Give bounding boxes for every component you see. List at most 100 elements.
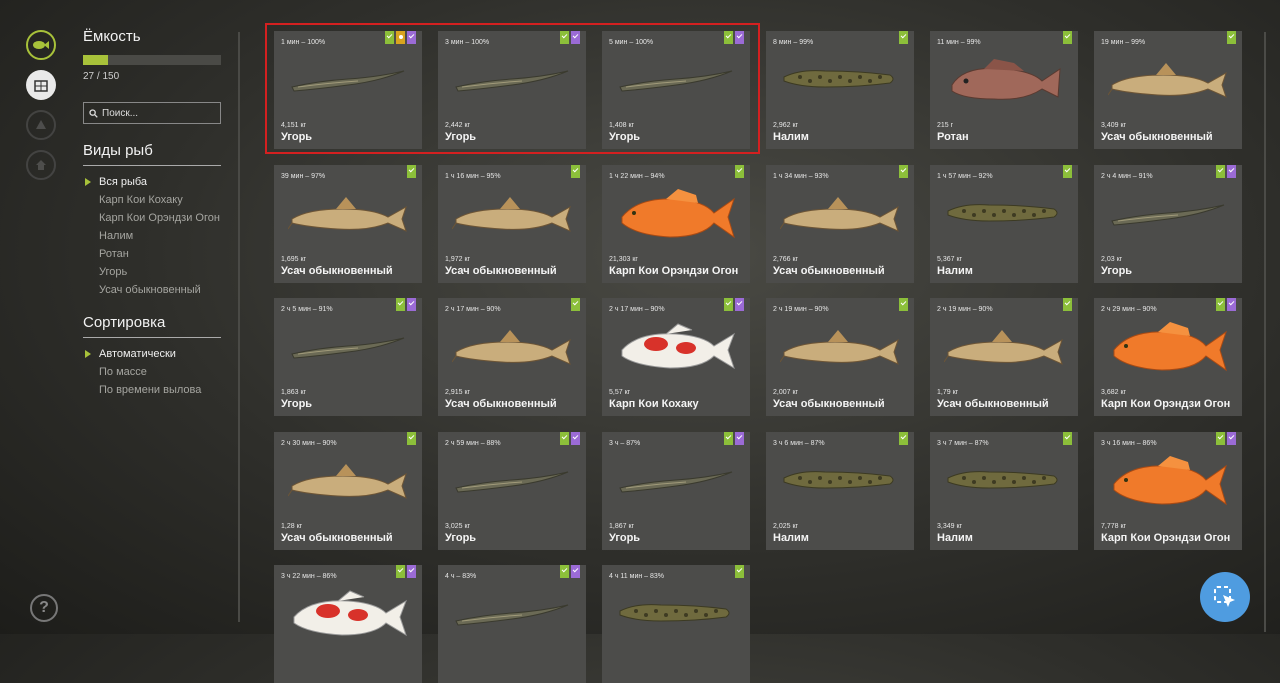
fish-name: Карп Кои Кохаку bbox=[609, 398, 699, 410]
fish-image bbox=[619, 604, 730, 622]
search-input[interactable]: Поиск... bbox=[83, 102, 221, 124]
fish-card[interactable]: 4 ч 11 мин – 83% bbox=[602, 565, 750, 683]
purple-badge-icon bbox=[571, 431, 580, 445]
catch-time: 2 ч 19 мин – 90% bbox=[937, 306, 993, 313]
catch-time: 1 ч 16 мин – 95% bbox=[445, 172, 501, 180]
sort-options-list: Автоматически По массе По времени вылова bbox=[83, 348, 221, 396]
fish-card[interactable]: 2 ч 59 мин – 88% 3,025 кг Угорь bbox=[438, 431, 586, 550]
fish-card[interactable]: 2 ч 4 мин – 91% 2,03 кг Угорь bbox=[1094, 164, 1242, 283]
green-badge-icon bbox=[1063, 31, 1072, 44]
fish-card[interactable]: 8 мин – 99% 2,962 кг Налим bbox=[766, 31, 914, 149]
fish-image bbox=[944, 330, 1063, 365]
badge-group bbox=[560, 565, 580, 578]
sort-option-2[interactable]: По времени вылова bbox=[99, 384, 221, 396]
fish-name: Усач обыкновенный bbox=[281, 531, 393, 544]
green-badge-icon bbox=[735, 565, 744, 578]
sort-option-0[interactable]: Автоматически bbox=[85, 348, 221, 360]
help-icon[interactable]: ? bbox=[30, 594, 58, 622]
fish-name: Усач обыкновенный bbox=[445, 264, 557, 277]
green-badge-icon bbox=[1063, 298, 1072, 311]
purple-badge-icon bbox=[735, 298, 744, 311]
badge-group bbox=[1063, 31, 1072, 44]
catch-time: 2 ч 5 мин – 91% bbox=[281, 306, 333, 313]
species-option-6[interactable]: Усач обыкновенный bbox=[99, 284, 221, 296]
fish-name: Усач обыкновенный bbox=[937, 398, 1049, 410]
fish-card[interactable]: 2 ч 17 мин – 90% 5,57 кг Карп Кои Кохаку bbox=[602, 298, 750, 416]
species-option-0[interactable]: Вся рыба bbox=[85, 176, 221, 188]
green-badge-icon bbox=[735, 164, 744, 178]
green-badge-icon bbox=[724, 298, 733, 311]
fish-card[interactable]: 3 ч 22 мин – 86% bbox=[274, 565, 422, 683]
catch-time: 3 ч 16 мин – 86% bbox=[1101, 439, 1157, 447]
fish-weight: 215 г bbox=[937, 122, 954, 129]
tree-tab-icon[interactable] bbox=[26, 110, 56, 140]
fish-name: Усач обыкновенный bbox=[773, 264, 885, 277]
species-option-3[interactable]: Налим bbox=[99, 230, 221, 242]
badge-group bbox=[1063, 298, 1072, 311]
fish-image bbox=[452, 196, 571, 232]
purple-badge-icon bbox=[571, 565, 580, 578]
fish-card[interactable]: 3 ч – 87% 1,867 кг Угорь bbox=[602, 431, 750, 550]
fish-weight: 2,962 кг bbox=[773, 122, 799, 129]
fish-card[interactable]: 2 ч 17 мин – 90% 2,915 кг Усач обыкновенны… bbox=[438, 298, 586, 416]
cursor-action-button[interactable] bbox=[1200, 572, 1250, 622]
species-option-1[interactable]: Карп Кои Кохаку bbox=[99, 194, 221, 206]
green-badge-icon bbox=[396, 565, 405, 578]
fish-card[interactable]: 3 ч 6 мин – 87% 2,025 кг Налим bbox=[766, 431, 914, 550]
fish-name: Угорь bbox=[609, 531, 641, 544]
green-badge-icon bbox=[1063, 164, 1072, 178]
fish-card[interactable]: 39 мин – 97% 1,695 кг Усач обыкновенный bbox=[274, 164, 422, 283]
fish-card[interactable]: 2 ч 29 мин – 90% 3,682 кг Карп Кои Орэндзи… bbox=[1094, 298, 1242, 416]
fish-weight: 3,682 кг bbox=[1101, 389, 1127, 396]
species-option-2[interactable]: Карп Кои Орэндзи Огон bbox=[99, 212, 221, 224]
fish-card[interactable]: 2 ч 19 мин – 90% 2,007 кг Усач обыкновенны… bbox=[766, 298, 914, 416]
catch-time: 39 мин – 97% bbox=[281, 172, 326, 180]
catch-time: 11 мин – 99% bbox=[937, 39, 981, 46]
fish-image bbox=[1113, 455, 1227, 505]
fish-card[interactable]: 1 ч 34 мин – 93% 2,766 кг Усач обыкновенны… bbox=[766, 164, 914, 283]
fish-card[interactable]: 1 ч 16 мин – 95% 1,972 кг Усач обыкновенны… bbox=[438, 164, 586, 283]
sort-option-1[interactable]: По массе bbox=[99, 366, 221, 378]
badge-group bbox=[396, 298, 416, 311]
badge-group bbox=[560, 431, 580, 445]
catch-time: 3 ч – 87% bbox=[609, 439, 641, 447]
green-badge-icon bbox=[899, 298, 908, 311]
home-tab-icon[interactable] bbox=[26, 150, 56, 180]
fish-card[interactable]: 2 ч 5 мин – 91% 1,863 кг Угорь bbox=[274, 298, 422, 416]
fish-weight: 1,28 кг bbox=[281, 522, 303, 530]
fish-name: Угорь bbox=[1101, 264, 1133, 277]
fish-image bbox=[1113, 322, 1227, 372]
fish-name: Карп Кои Орэндзи Огон bbox=[609, 264, 739, 277]
scrollbar[interactable] bbox=[1264, 32, 1266, 632]
fish-weight: 1,79 кг bbox=[937, 389, 959, 396]
fish-image bbox=[951, 59, 1061, 100]
species-option-4[interactable]: Ротан bbox=[99, 248, 221, 260]
fish-card[interactable]: 11 мин – 99% 215 г Ротан bbox=[930, 31, 1078, 149]
fish-name: Налим bbox=[773, 131, 809, 143]
catch-time: 2 ч 17 мин – 90% bbox=[445, 306, 501, 313]
fish-tab-icon[interactable] bbox=[26, 30, 56, 60]
green-badge-icon bbox=[1216, 298, 1225, 311]
fish-weight: 2,007 кг bbox=[773, 389, 799, 396]
green-badge-icon bbox=[1216, 431, 1225, 445]
fish-card[interactable]: 2 ч 30 мин – 90% 1,28 кг Усач обыкновенный bbox=[274, 431, 422, 550]
badge-group bbox=[407, 164, 416, 178]
capacity-title: Ёмкость bbox=[83, 28, 141, 45]
fish-card[interactable]: 1 ч 22 мин – 94% 21,303 кг Карп Кои Орэндз… bbox=[602, 164, 750, 283]
fish-weight: 5,57 кг bbox=[609, 389, 631, 396]
fish-image bbox=[947, 470, 1058, 489]
fish-card[interactable]: 3 ч 7 мин – 87% 3,349 кг Налим bbox=[930, 431, 1078, 550]
fish-weight: 2,03 кг bbox=[1101, 255, 1123, 263]
badge-group bbox=[1063, 431, 1072, 445]
keepnet-tab-icon[interactable] bbox=[26, 70, 56, 100]
fish-card[interactable]: 1 ч 57 мин – 92% 5,367 кг Налим bbox=[930, 164, 1078, 283]
fish-card[interactable]: 4 ч – 83% bbox=[438, 565, 586, 683]
fish-card[interactable]: 19 мин – 99% 3,409 кг Усач обыкновенный bbox=[1094, 31, 1242, 149]
fish-card[interactable]: 2 ч 19 мин – 90% 1,79 кг Усач обыкновенный bbox=[930, 298, 1078, 416]
species-option-5[interactable]: Угорь bbox=[99, 266, 221, 278]
green-badge-icon bbox=[899, 431, 908, 445]
highlight-frame bbox=[265, 23, 760, 154]
badge-group bbox=[735, 164, 744, 178]
fish-card[interactable]: 3 ч 16 мин – 86% 7,778 кг Карп Кои Орэндзи… bbox=[1094, 431, 1242, 550]
badge-group bbox=[724, 298, 744, 311]
